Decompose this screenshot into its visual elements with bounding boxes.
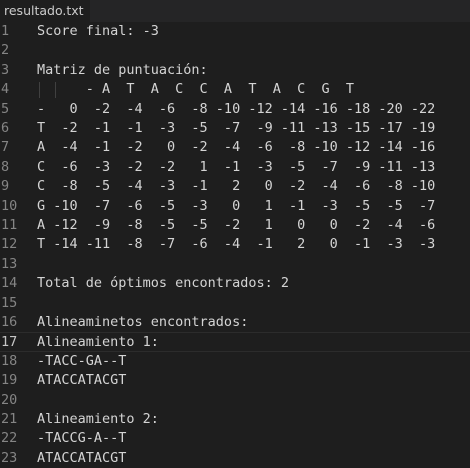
line-text: ATACCATACGT <box>37 372 127 389</box>
line-text: - A T A C C A T A C G T <box>37 81 354 98</box>
indent-guide <box>39 82 40 98</box>
editor-line[interactable]: 21 Alineamiento 2: <box>0 410 470 429</box>
line-number: 7 <box>1 139 10 156</box>
line-text: Alineaminetos encontrados: <box>37 314 249 330</box>
tab-resultado-txt[interactable]: resultado.txt <box>0 0 90 22</box>
editor-line[interactable]: 7 A -4 -1 -2 0 -2 -4 -6 -8 -10 -12 -14 -1… <box>0 138 470 157</box>
editor-line[interactable]: 4 - A T A C C A T A C G T <box>0 80 470 99</box>
tab-bar: resultado.txt <box>0 0 470 22</box>
line-number: 2 <box>1 42 10 59</box>
editor[interactable]: 1 Score final: -3 2 3 Matriz de puntuación: 4… <box>0 22 470 466</box>
line-number: 8 <box>1 158 10 175</box>
editor-line[interactable]: 9 C -8 -5 -4 -3 -1 2 0 -2 -4 -6 -8 -10 <box>0 177 470 196</box>
line-number: 18 <box>1 352 18 369</box>
line-number: 23 <box>1 449 18 466</box>
editor-line[interactable]: 3 Matriz de puntuación: <box>0 61 470 80</box>
line-text: - 0 -2 -4 -6 -8 -10 -12 -14 -16 -18 -20 … <box>37 100 436 117</box>
editor-line[interactable]: 16 Alineaminetos encontrados: <box>0 313 470 332</box>
editor-line[interactable]: 8 C -6 -3 -2 -2 1 -1 -3 -5 -7 -9 -11 -13 <box>0 158 470 177</box>
line-text: Alineamiento 1: <box>37 334 159 351</box>
editor-line[interactable]: 22 -TACCG-A--T <box>0 429 470 448</box>
editor-line[interactable]: 18 -TACC-GA--T <box>0 352 470 371</box>
line-number: 10 <box>1 197 18 214</box>
line-text: A -4 -1 -2 0 -2 -4 -6 -8 -10 -12 -14 -16 <box>37 139 436 156</box>
line-text: -TACC-GA--T <box>37 352 127 369</box>
line-text: Score final: -3 <box>37 23 159 39</box>
editor-line[interactable]: 5 - 0 -2 -4 -6 -8 -10 -12 -14 -16 -18 -20… <box>0 100 470 119</box>
editor-line[interactable]: 12 T -14 -11 -8 -7 -6 -4 -1 2 0 -1 -3 -3 <box>0 235 470 254</box>
line-number: 6 <box>1 120 10 136</box>
line-number: 17 <box>1 334 18 351</box>
editor-line[interactable]: 17 Alineamiento 1: <box>0 332 470 352</box>
editor-line[interactable]: 2 <box>0 41 470 60</box>
editor-line[interactable]: 13 <box>0 255 470 274</box>
line-number: 14 <box>1 275 18 292</box>
tab-title: resultado.txt <box>4 3 84 18</box>
line-number: 4 <box>1 81 10 98</box>
line-text: ATACCATACGT <box>37 449 127 466</box>
editor-line[interactable]: 15 <box>0 294 470 313</box>
line-number: 1 <box>1 23 10 39</box>
editor-line[interactable]: 11 A -12 -9 -8 -5 -5 -2 1 0 0 -2 -4 -6 <box>0 216 470 235</box>
line-text: T -2 -1 -1 -3 -5 -7 -9 -11 -13 -15 -17 -… <box>37 120 436 136</box>
line-text: G -10 -7 -6 -5 -3 0 1 -1 -3 -5 -5 -7 <box>37 197 436 214</box>
line-text: C -8 -5 -4 -3 -1 2 0 -2 -4 -6 -8 -10 <box>37 178 436 195</box>
line-number: 22 <box>1 430 18 447</box>
editor-line[interactable]: 20 <box>0 391 470 410</box>
line-number: 5 <box>1 100 10 117</box>
line-text: Matriz de puntuación: <box>37 61 208 78</box>
line-number: 9 <box>1 178 10 195</box>
line-text: Total de óptimos encontrados: 2 <box>37 275 289 292</box>
line-number: 13 <box>1 255 18 272</box>
line-text: -TACCG-A--T <box>37 430 127 447</box>
line-text: T -14 -11 -8 -7 -6 -4 -1 2 0 -1 -3 -3 <box>37 236 436 253</box>
editor-line[interactable]: 14 Total de óptimos encontrados: 2 <box>0 274 470 293</box>
line-number: 3 <box>1 61 10 78</box>
line-number: 19 <box>1 372 18 389</box>
line-text: C -6 -3 -2 -2 1 -1 -3 -5 -7 -9 -11 -13 <box>37 158 436 175</box>
line-text: A -12 -9 -8 -5 -5 -2 1 0 0 -2 -4 -6 <box>37 217 436 233</box>
editor-line[interactable]: 19 ATACCATACGT <box>0 371 470 390</box>
line-number: 16 <box>1 314 18 330</box>
line-text: Alineamiento 2: <box>37 411 159 427</box>
editor-line[interactable]: 1 Score final: -3 <box>0 22 470 41</box>
editor-line[interactable]: 6 T -2 -1 -1 -3 -5 -7 -9 -11 -13 -15 -17 … <box>0 119 470 138</box>
indent-guide <box>55 82 56 98</box>
editor-line[interactable]: 10 G -10 -7 -6 -5 -3 0 1 -1 -3 -5 -5 -7 <box>0 197 470 216</box>
line-number: 11 <box>1 217 18 233</box>
line-number: 21 <box>1 411 18 427</box>
line-number: 12 <box>1 236 18 253</box>
line-number: 20 <box>1 391 18 408</box>
line-number: 15 <box>1 294 18 311</box>
editor-line[interactable]: 23 ATACCATACGT <box>0 449 470 468</box>
